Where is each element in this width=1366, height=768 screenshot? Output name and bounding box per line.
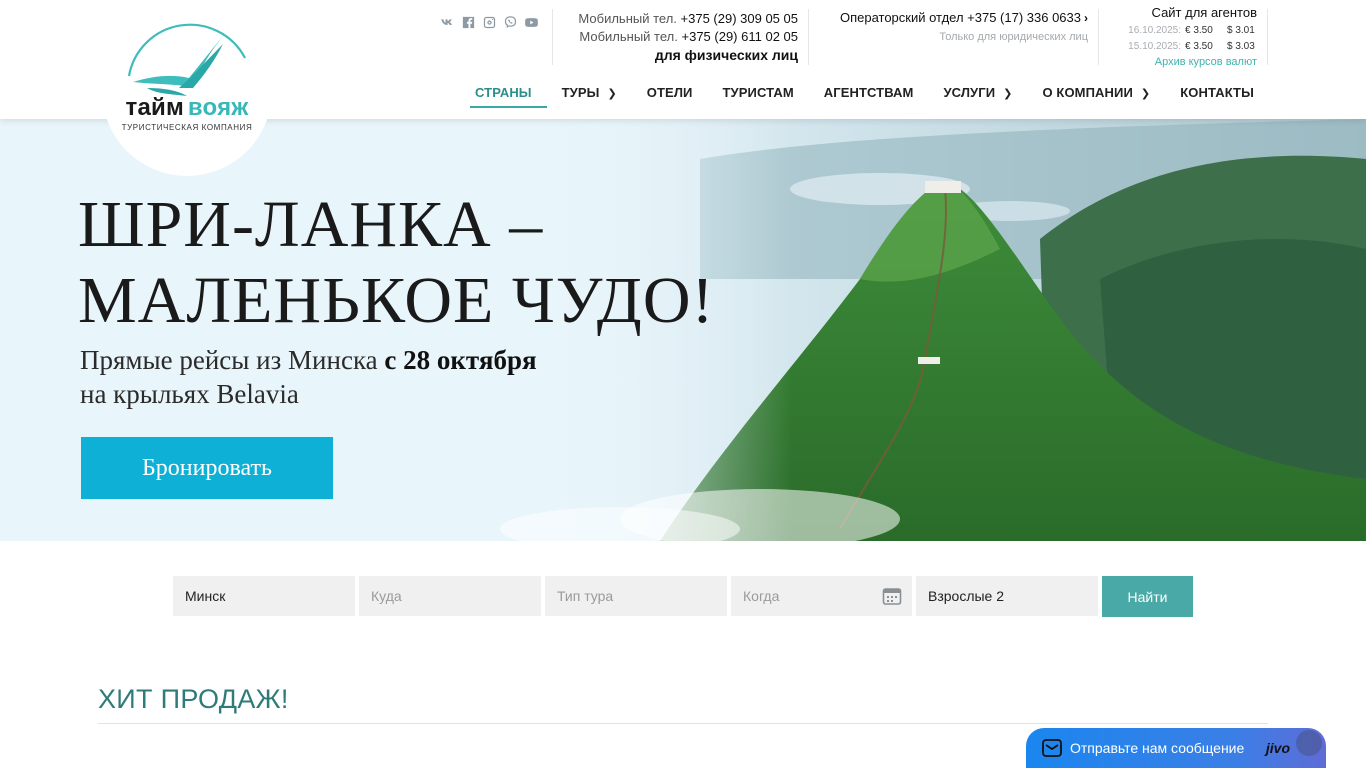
page: Мобильный тел. +375 (29) 309 05 05 Мобил… <box>0 0 1366 768</box>
chat-brand: jivo <box>1265 740 1290 756</box>
rate-row: 16.10.2025: € 3.50 $ 3.01 <box>1128 25 1255 36</box>
header-divider <box>1098 9 1099 65</box>
logo-subtitle: туристическая компания <box>121 123 253 132</box>
hero-title: ШРИ-ЛАНКА – МАЛЕНЬКОЕ ЧУДО! <box>78 188 715 337</box>
nav-item-agencies[interactable]: АГЕНТСТВАМ <box>809 79 929 108</box>
facebook-icon[interactable] <box>460 14 476 30</box>
social-links <box>439 14 539 30</box>
viber-icon[interactable] <box>502 14 518 30</box>
operator-phone-link[interactable]: Операторский отдел +375 (17) 336 0633 › <box>840 10 1088 25</box>
chat-widget[interactable]: Отправьте нам сообщение jivo <box>1026 728 1326 768</box>
operator-block: Операторский отдел +375 (17) 336 0633 › Т… <box>812 10 1088 45</box>
phones-block: Мобильный тел. +375 (29) 309 05 05 Мобил… <box>560 10 798 64</box>
chevron-right-icon: ❯ <box>1003 88 1013 100</box>
currency-rates: 16.10.2025: € 3.50 $ 3.01 15.10.2025: € … <box>1105 23 1257 55</box>
youtube-icon[interactable] <box>523 14 539 30</box>
hero-subtitle: Прямые рейсы из Минска с 28 октября на к… <box>80 345 537 409</box>
rates-archive-link[interactable]: Архив курсов валют <box>1105 55 1257 69</box>
chevron-right-icon: ❯ <box>1140 88 1151 100</box>
chat-label: Отправьте нам сообщение <box>1070 740 1245 756</box>
bird-logo-icon <box>127 23 246 96</box>
operator-note: Только для юридических лиц <box>939 31 1088 43</box>
nav-item-tourists[interactable]: ТУРИСТАМ <box>708 79 809 108</box>
hero-banner[interactable]: ШРИ-ЛАНКА – МАЛЕНЬКОЕ ЧУДО! Прямые рейсы… <box>0 119 1366 541</box>
nav-item-services[interactable]: УСЛУГИ ❯ <box>928 79 1027 108</box>
rate-row: 15.10.2025: € 3.50 $ 3.03 <box>1128 41 1255 52</box>
site-logo[interactable]: тайм вояж туристическая компания <box>102 6 272 176</box>
date-field[interactable]: Когда <box>731 576 912 616</box>
nav-item-about[interactable]: О КОМПАНИИ ❯ <box>1028 79 1166 108</box>
header-divider <box>808 9 809 65</box>
chevron-right-icon: ❯ <box>607 88 617 100</box>
nav-item-contacts[interactable]: КОНТАКТЫ <box>1165 79 1269 108</box>
calendar-icon <box>882 588 902 605</box>
instagram-icon[interactable] <box>481 14 497 30</box>
mobile-phone-1[interactable]: Мобильный тел. +375 (29) 309 05 05 <box>560 10 798 28</box>
mobile-phone-2[interactable]: Мобильный тел. +375 (29) 611 02 05 <box>560 28 798 46</box>
to-field[interactable]: Куда <box>359 576 541 616</box>
phones-note: для физических лиц <box>654 47 798 63</box>
section-divider <box>98 723 1268 724</box>
nav-item-hotels[interactable]: ОТЕЛИ <box>632 79 708 108</box>
logo-brand: тайм вояж <box>125 94 249 121</box>
vk-icon[interactable] <box>439 14 455 30</box>
header-divider <box>552 9 553 65</box>
from-field[interactable]: Минск <box>173 576 355 616</box>
tour-search-form: Минск Куда Тип тура Когда Взрослые 2 Най… <box>173 576 1193 617</box>
search-button[interactable]: Найти <box>1102 576 1193 617</box>
agents-block: Сайт для агентов 16.10.2025: € 3.50 $ 3.… <box>1105 4 1257 69</box>
section-title: ХИТ ПРОДАЖ! <box>98 684 289 714</box>
nav-item-countries[interactable]: СТРАНЫ <box>470 79 547 108</box>
main-nav: СТРАНЫ ТУРЫ ❯ ОТЕЛИ ТУРИСТАМ АГЕНТСТВАМ У… <box>470 79 1269 109</box>
mail-icon <box>1042 739 1062 757</box>
adults-field[interactable]: Взрослые 2 <box>916 576 1098 616</box>
agents-site-link[interactable]: Сайт для агентов <box>1105 4 1257 21</box>
tour-type-field[interactable]: Тип тура <box>545 576 727 616</box>
nav-item-tours[interactable]: ТУРЫ ❯ <box>547 79 632 108</box>
header-divider <box>1267 9 1268 65</box>
chevron-right-icon: › <box>1084 11 1088 25</box>
book-button[interactable]: Бронировать <box>81 437 333 499</box>
chat-avatar <box>1296 730 1322 756</box>
